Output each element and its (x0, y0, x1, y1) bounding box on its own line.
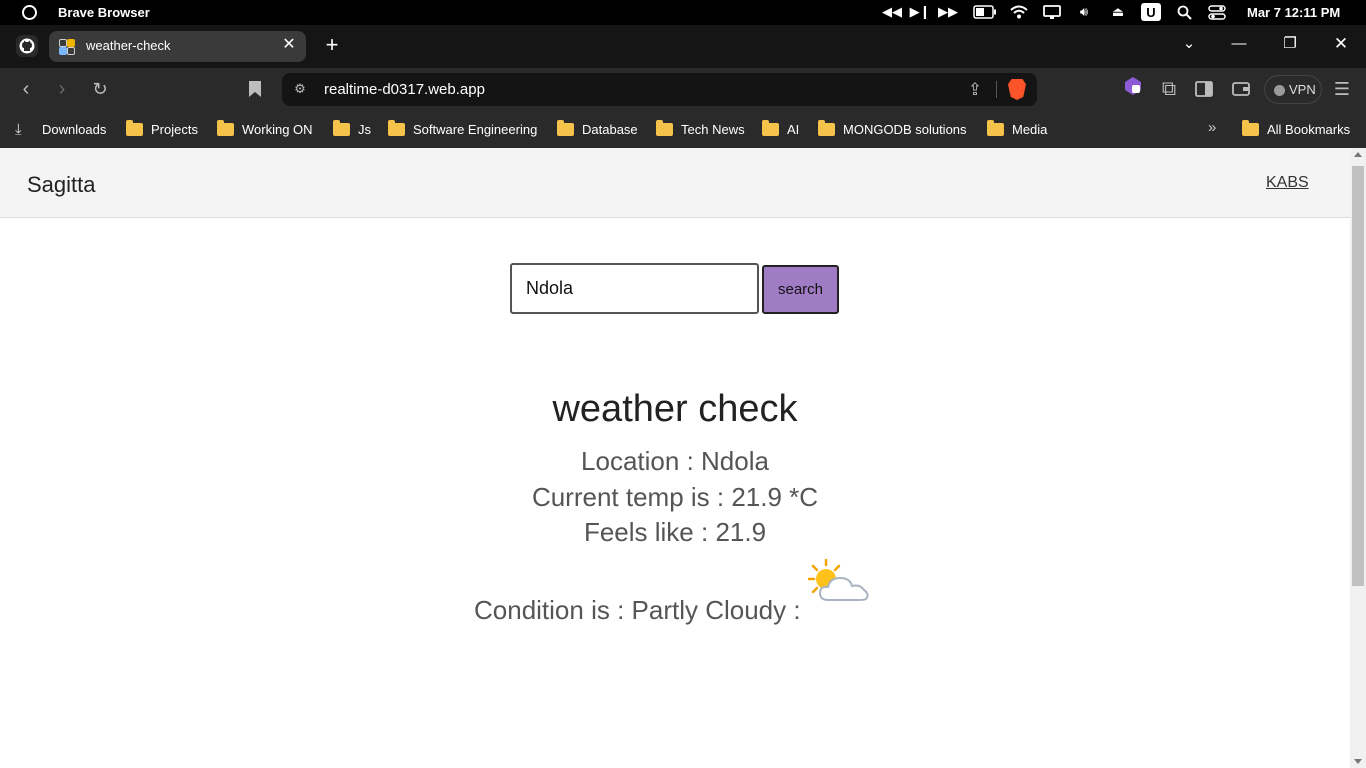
github-icon[interactable] (16, 35, 38, 57)
folder-icon (217, 119, 234, 136)
search-icon[interactable] (1173, 3, 1195, 21)
battery-icon[interactable] (972, 3, 998, 21)
eject-icon[interactable]: ⏏ (1107, 3, 1129, 21)
folder-icon (388, 119, 405, 136)
folder-icon (762, 119, 779, 136)
bookmark-icon[interactable] (242, 76, 268, 102)
location-text: Location : Ndola (581, 446, 769, 476)
minimize-button[interactable]: — (1224, 31, 1254, 57)
display-icon[interactable] (1041, 3, 1063, 21)
bookmark-folder-working-on[interactable]: Working ON (217, 119, 313, 138)
folder-icon (126, 119, 143, 136)
nav-link-kabs[interactable]: KABS (1266, 174, 1309, 192)
vpn-label: VPN (1289, 82, 1316, 97)
folder-icon (1242, 119, 1259, 136)
folder-icon (333, 119, 350, 136)
new-tab-button[interactable]: + (321, 34, 343, 56)
bookmarks-bar: ⤓ Downloads Projects Working ON Js Softwa… (0, 111, 1366, 148)
close-tab-icon[interactable]: ✕ (280, 36, 298, 54)
scroll-down-icon[interactable] (1354, 759, 1362, 764)
site-navbar: Sagitta KABS (0, 148, 1350, 218)
bookmark-label: Database (582, 121, 638, 137)
bookmark-folder-projects[interactable]: Projects (126, 119, 198, 138)
tab-favicon-icon (59, 39, 75, 55)
brave-shields-icon[interactable] (1008, 79, 1026, 100)
browser-toolbar: ‹ › ↻ ⚙ realtime-d0317.web.app ⇪ ⧉ VPN ☰ (0, 68, 1366, 111)
active-app-name: Brave Browser (58, 5, 150, 20)
folder-icon (987, 119, 1004, 136)
reload-icon[interactable]: ↻ (87, 76, 113, 102)
tab-weather-check[interactable]: weather-check ✕ (49, 31, 306, 62)
vpn-button[interactable]: VPN (1264, 75, 1322, 104)
bookmark-label: Working ON (242, 121, 313, 137)
web-page: Sagitta KABS search weather check Locati… (0, 148, 1350, 768)
bookmark-folder-media[interactable]: Media (987, 119, 1048, 138)
address-bar[interactable]: ⚙ realtime-d0317.web.app ⇪ (282, 73, 1037, 106)
current-temp-text: Current temp is : 21.9 *C (531, 482, 819, 512)
menu-icon[interactable]: ☰ (1329, 76, 1355, 102)
bookmark-folder-software-engineering[interactable]: Software Engineering (388, 119, 538, 138)
site-settings-icon[interactable]: ⚙ (292, 81, 308, 97)
bookmark-label: All Bookmarks (1267, 121, 1351, 137)
extensions-icon[interactable]: ⧉ (1156, 76, 1182, 102)
close-window-button[interactable]: ✕ (1326, 31, 1356, 57)
toggles-icon[interactable] (1206, 3, 1228, 21)
bookmark-label: MONGODB solutions (843, 121, 967, 137)
os-top-bar: Brave Browser ◀◀ ▶❙ ▶▶ 🔊︎ ⏏ U Mar 7 12:1… (0, 0, 1366, 25)
tab-title: weather-check (86, 38, 171, 53)
sidebar-toggle-icon[interactable] (1191, 76, 1217, 102)
bookmark-folder-database[interactable]: Database (557, 119, 638, 138)
page-title: weather check (552, 388, 798, 430)
restore-button[interactable]: ❐ (1275, 31, 1305, 57)
tab-strip: weather-check ✕ + ⌄ — ❐ ✕ (0, 25, 1366, 68)
more-bookmarks-icon[interactable]: » (1208, 119, 1216, 136)
bookmark-label: AI (787, 121, 800, 137)
bookmark-downloads[interactable]: ⤓ Downloads (15, 120, 106, 138)
bookmark-label: Media (1012, 121, 1048, 137)
fast-forward-icon[interactable]: ▶▶ (938, 3, 958, 21)
system-clock[interactable]: Mar 7 12:11 PM (1247, 5, 1340, 20)
play-pause-icon[interactable]: ▶❙ (910, 3, 931, 21)
folder-icon (656, 119, 673, 136)
wifi-icon[interactable] (1008, 3, 1030, 21)
volume-icon[interactable]: 🔊︎ (1073, 3, 1095, 21)
feels-like-text: Feels like : 21.9 (583, 517, 767, 547)
download-icon: ⤓ (15, 120, 22, 138)
all-bookmarks-folder[interactable]: All Bookmarks (1242, 119, 1351, 138)
site-brand[interactable]: Sagitta (27, 172, 96, 198)
bookmark-folder-mongodb-solutions[interactable]: MONGODB solutions (818, 119, 967, 138)
rewind-icon[interactable]: ◀◀ (882, 3, 902, 21)
os-logo-icon[interactable] (22, 5, 37, 20)
bookmark-folder-tech-news[interactable]: Tech News (656, 119, 745, 138)
scrollbar-thumb[interactable] (1352, 166, 1364, 586)
folder-icon (557, 119, 574, 136)
page-scrollbar[interactable] (1350, 148, 1366, 768)
partly-cloudy-icon (807, 558, 872, 606)
city-search-input[interactable] (510, 263, 759, 314)
back-icon[interactable]: ‹ (13, 76, 39, 102)
bookmark-label: Software Engineering (413, 121, 538, 137)
u-app-icon[interactable]: U (1141, 3, 1161, 21)
scroll-up-icon[interactable] (1354, 152, 1362, 157)
url-text[interactable]: realtime-d0317.web.app (324, 81, 485, 98)
folder-icon (818, 119, 835, 136)
brave-rewards-icon[interactable] (1121, 76, 1145, 102)
condition-text: Condition is : Partly Cloudy : (474, 595, 801, 625)
bookmark-label: Projects (151, 121, 198, 137)
bookmark-folder-ai[interactable]: AI (762, 119, 800, 138)
vpn-status-icon (1274, 85, 1285, 96)
forward-icon[interactable]: › (49, 76, 75, 102)
search-button[interactable]: search (762, 265, 839, 314)
share-icon[interactable]: ⇪ (964, 79, 986, 101)
bookmark-label: Js (358, 121, 371, 137)
omnibox-divider (996, 81, 997, 98)
wallet-icon[interactable] (1228, 76, 1254, 102)
bookmark-label: Downloads (42, 121, 107, 137)
bookmark-label: Tech News (681, 121, 745, 137)
bookmark-folder-js[interactable]: Js (333, 119, 371, 138)
tab-search-dropdown-icon[interactable]: ⌄ (1174, 31, 1204, 57)
